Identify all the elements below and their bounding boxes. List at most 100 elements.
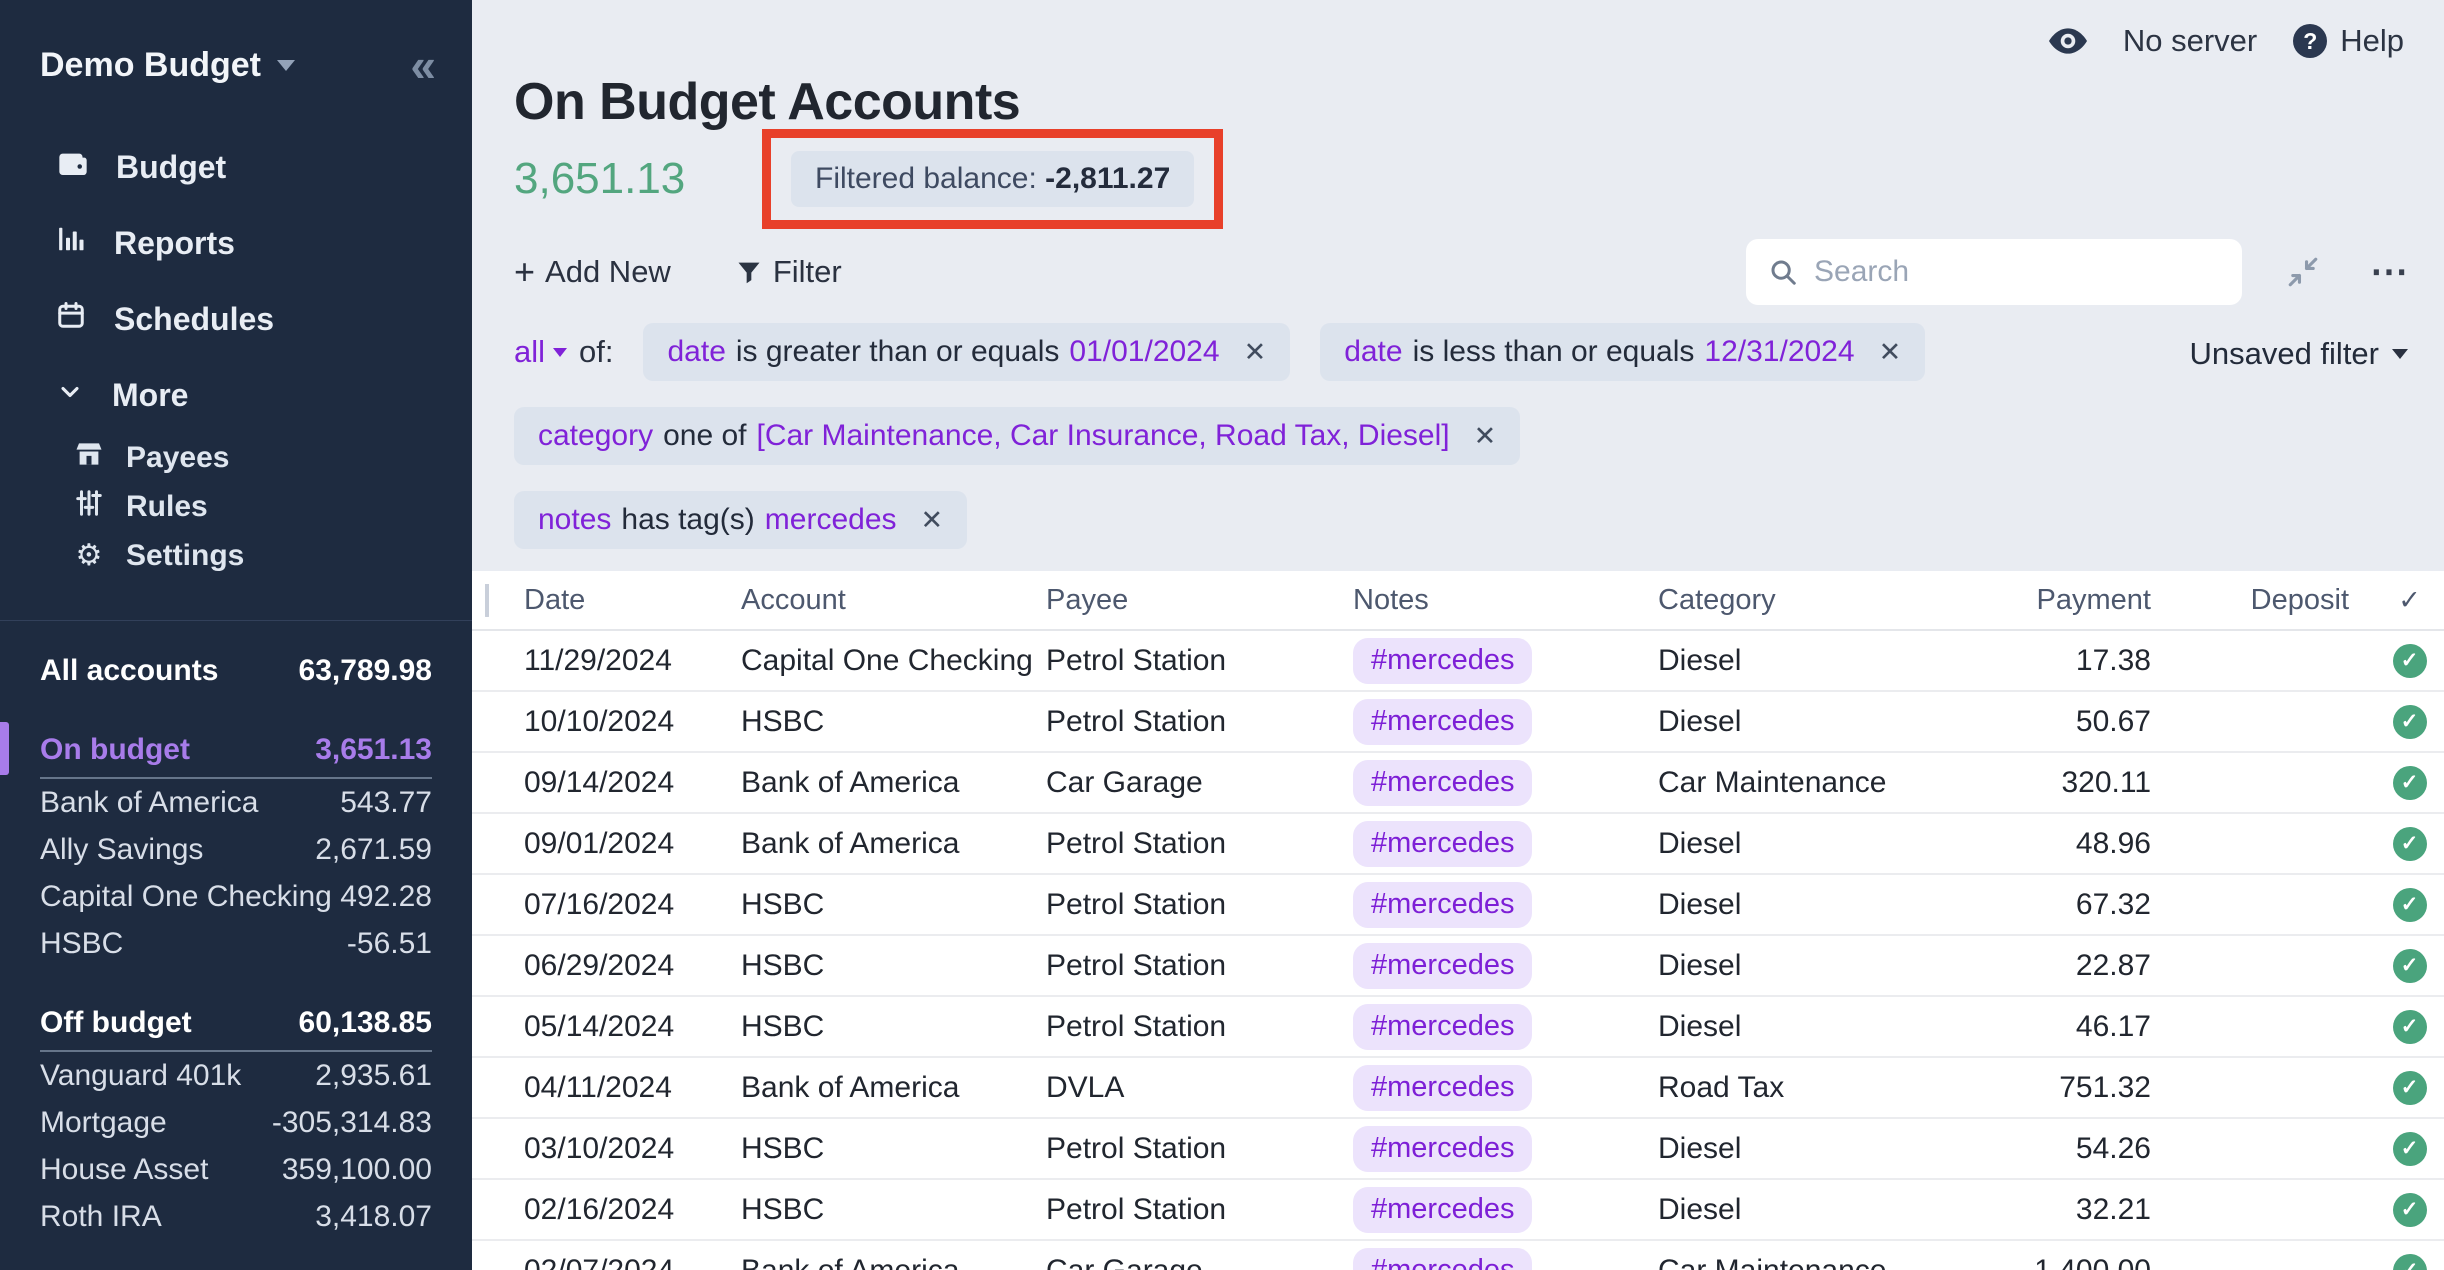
remove-filter-icon[interactable]: ✕ xyxy=(1879,337,1902,368)
cell-notes[interactable]: #mercedes xyxy=(1353,1004,1658,1050)
cell-payment[interactable]: 32.21 xyxy=(2018,1193,2151,1227)
cell-account[interactable]: HSBC xyxy=(741,949,1046,983)
budget-switcher[interactable]: Demo Budget xyxy=(40,46,295,85)
column-header-deposit[interactable]: Deposit xyxy=(2151,584,2375,617)
table-row[interactable]: 07/16/2024HSBCPetrol Station#mercedesDie… xyxy=(472,875,2444,936)
sidebar-item-budget[interactable]: Budget xyxy=(0,129,472,205)
collapse-sidebar-button[interactable]: « xyxy=(410,47,432,84)
cell-notes[interactable]: #mercedes xyxy=(1353,1187,1658,1233)
sidebar-item-reports[interactable]: Reports xyxy=(0,205,472,281)
account-balance[interactable]: 3,651.13 xyxy=(514,154,762,204)
column-header-category[interactable]: Category xyxy=(1658,584,2018,617)
cell-payee[interactable]: Petrol Station xyxy=(1046,1132,1353,1166)
cell-payee[interactable]: DVLA xyxy=(1046,1071,1353,1105)
sidebar-account-item[interactable]: Roth IRA3,418.07 xyxy=(40,1193,432,1240)
cell-category[interactable]: Diesel xyxy=(1658,705,2018,739)
cell-date[interactable]: 02/16/2024 xyxy=(524,1193,741,1227)
table-row[interactable]: 04/11/2024Bank of AmericaDVLA#mercedesRo… xyxy=(472,1058,2444,1119)
sidebar-item-payees[interactable]: Payees xyxy=(0,433,472,482)
cell-category[interactable]: Diesel xyxy=(1658,888,2018,922)
column-header-account[interactable]: Account xyxy=(741,584,1046,617)
cell-payment[interactable]: 1,400.00 xyxy=(2018,1254,2151,1270)
cleared-check-icon[interactable]: ✓ xyxy=(2393,949,2427,983)
cell-category[interactable]: Diesel xyxy=(1658,644,2018,678)
cell-payment[interactable]: 67.32 xyxy=(2018,888,2151,922)
cell-date[interactable]: 06/29/2024 xyxy=(524,949,741,983)
sidebar-account-item[interactable]: House Asset359,100.00 xyxy=(40,1146,432,1193)
cell-payee[interactable]: Petrol Station xyxy=(1046,705,1353,739)
cell-payment[interactable]: 22.87 xyxy=(2018,949,2151,983)
sidebar-item-rules[interactable]: Rules xyxy=(0,482,472,531)
cell-payment[interactable]: 17.38 xyxy=(2018,644,2151,678)
cleared-check-icon[interactable]: ✓ xyxy=(2393,1254,2427,1270)
table-row[interactable]: 05/14/2024HSBCPetrol Station#mercedesDie… xyxy=(472,997,2444,1058)
help-button[interactable]: ? Help xyxy=(2293,23,2404,59)
cell-payee[interactable]: Petrol Station xyxy=(1046,827,1353,861)
remove-filter-icon[interactable]: ✕ xyxy=(1244,337,1267,368)
column-header-payment[interactable]: Payment xyxy=(2018,584,2151,617)
cell-payment[interactable]: 48.96 xyxy=(2018,827,2151,861)
sidebar-account-item[interactable]: Ally Savings2,671.59 xyxy=(40,826,432,873)
cell-date[interactable]: 07/16/2024 xyxy=(524,888,741,922)
remove-filter-icon[interactable]: ✕ xyxy=(921,505,944,536)
cell-category[interactable]: Car Maintenance xyxy=(1658,766,2018,800)
cleared-check-icon[interactable]: ✓ xyxy=(2393,766,2427,800)
cell-notes[interactable]: #mercedes xyxy=(1353,943,1658,989)
shrink-rows-icon[interactable] xyxy=(2286,255,2320,289)
cell-payee[interactable]: Petrol Station xyxy=(1046,888,1353,922)
cell-payee[interactable]: Petrol Station xyxy=(1046,949,1353,983)
cleared-check-icon[interactable]: ✓ xyxy=(2393,705,2427,739)
sidebar-item-schedules[interactable]: Schedules xyxy=(0,281,472,357)
cleared-check-icon[interactable]: ✓ xyxy=(2393,1071,2427,1105)
sidebar-item-settings[interactable]: ⚙ Settings xyxy=(0,531,472,580)
cleared-check-icon[interactable]: ✓ xyxy=(2393,1010,2427,1044)
cell-category[interactable]: Diesel xyxy=(1658,1193,2018,1227)
cell-account[interactable]: Capital One Checking xyxy=(741,644,1046,678)
cell-payment[interactable]: 50.67 xyxy=(2018,705,2151,739)
table-row[interactable]: 11/29/2024Capital One CheckingPetrol Sta… xyxy=(472,631,2444,692)
filter-chip[interactable]: categoryone of[Car Maintenance, Car Insu… xyxy=(514,407,1520,465)
cell-payment[interactable]: 46.17 xyxy=(2018,1010,2151,1044)
cell-notes[interactable]: #mercedes xyxy=(1353,1248,1658,1270)
filter-chip[interactable]: noteshas tag(s)mercedes✕ xyxy=(514,491,967,549)
cell-date[interactable]: 04/11/2024 xyxy=(524,1071,741,1105)
table-row[interactable]: 09/01/2024Bank of AmericaPetrol Station#… xyxy=(472,814,2444,875)
all-accounts-row[interactable]: All accounts 63,789.98 xyxy=(40,647,432,694)
table-row[interactable]: 02/07/2024Bank of AmericaCar Garage#merc… xyxy=(472,1241,2444,1270)
cell-category[interactable]: Diesel xyxy=(1658,1132,2018,1166)
sidebar-item-more[interactable]: More xyxy=(0,357,472,433)
cell-category[interactable]: Diesel xyxy=(1658,1010,2018,1044)
sidebar-account-item[interactable]: Bank of America543.77 xyxy=(40,779,432,826)
table-row[interactable]: 06/29/2024HSBCPetrol Station#mercedesDie… xyxy=(472,936,2444,997)
match-type-dropdown[interactable]: all xyxy=(514,334,567,370)
cell-category[interactable]: Road Tax xyxy=(1658,1071,2018,1105)
filter-chip[interactable]: dateis greater than or equals01/01/2024✕ xyxy=(643,323,1290,381)
server-status[interactable]: No server xyxy=(2123,23,2257,59)
cell-notes[interactable]: #mercedes xyxy=(1353,1126,1658,1172)
cell-date[interactable]: 05/14/2024 xyxy=(524,1010,741,1044)
cleared-check-icon[interactable]: ✓ xyxy=(2393,1193,2427,1227)
cell-notes[interactable]: #mercedes xyxy=(1353,821,1658,867)
table-row[interactable]: 02/16/2024HSBCPetrol Station#mercedesDie… xyxy=(472,1180,2444,1241)
cell-payment[interactable]: 751.32 xyxy=(2018,1071,2151,1105)
sidebar-account-item[interactable]: HSBC-56.51 xyxy=(40,920,432,967)
cell-date[interactable]: 11/29/2024 xyxy=(524,644,741,678)
sidebar-account-item[interactable]: Vanguard 401k2,935.61 xyxy=(40,1052,432,1099)
select-all-checkbox[interactable] xyxy=(485,584,489,617)
cell-account[interactable]: HSBC xyxy=(741,1132,1046,1166)
sidebar-account-item[interactable]: Mortgage-305,314.83 xyxy=(40,1099,432,1146)
cell-notes[interactable]: #mercedes xyxy=(1353,1065,1658,1111)
cell-payee[interactable]: Car Garage xyxy=(1046,766,1353,800)
more-options-icon[interactable]: ⋯ xyxy=(2370,263,2408,282)
cell-notes[interactable]: #mercedes xyxy=(1353,760,1658,806)
cleared-check-icon[interactable]: ✓ xyxy=(2393,827,2427,861)
table-row[interactable]: 10/10/2024HSBCPetrol Station#mercedesDie… xyxy=(472,692,2444,753)
cell-category[interactable]: Diesel xyxy=(1658,827,2018,861)
table-row[interactable]: 03/10/2024HSBCPetrol Station#mercedesDie… xyxy=(472,1119,2444,1180)
cleared-check-icon[interactable]: ✓ xyxy=(2393,888,2427,922)
column-header-payee[interactable]: Payee xyxy=(1046,584,1353,617)
cell-category[interactable]: Diesel xyxy=(1658,949,2018,983)
add-new-button[interactable]: + Add New xyxy=(514,254,671,290)
column-header-date[interactable]: Date xyxy=(524,584,741,617)
account-group-header[interactable]: On budget3,651.13 xyxy=(40,726,432,779)
